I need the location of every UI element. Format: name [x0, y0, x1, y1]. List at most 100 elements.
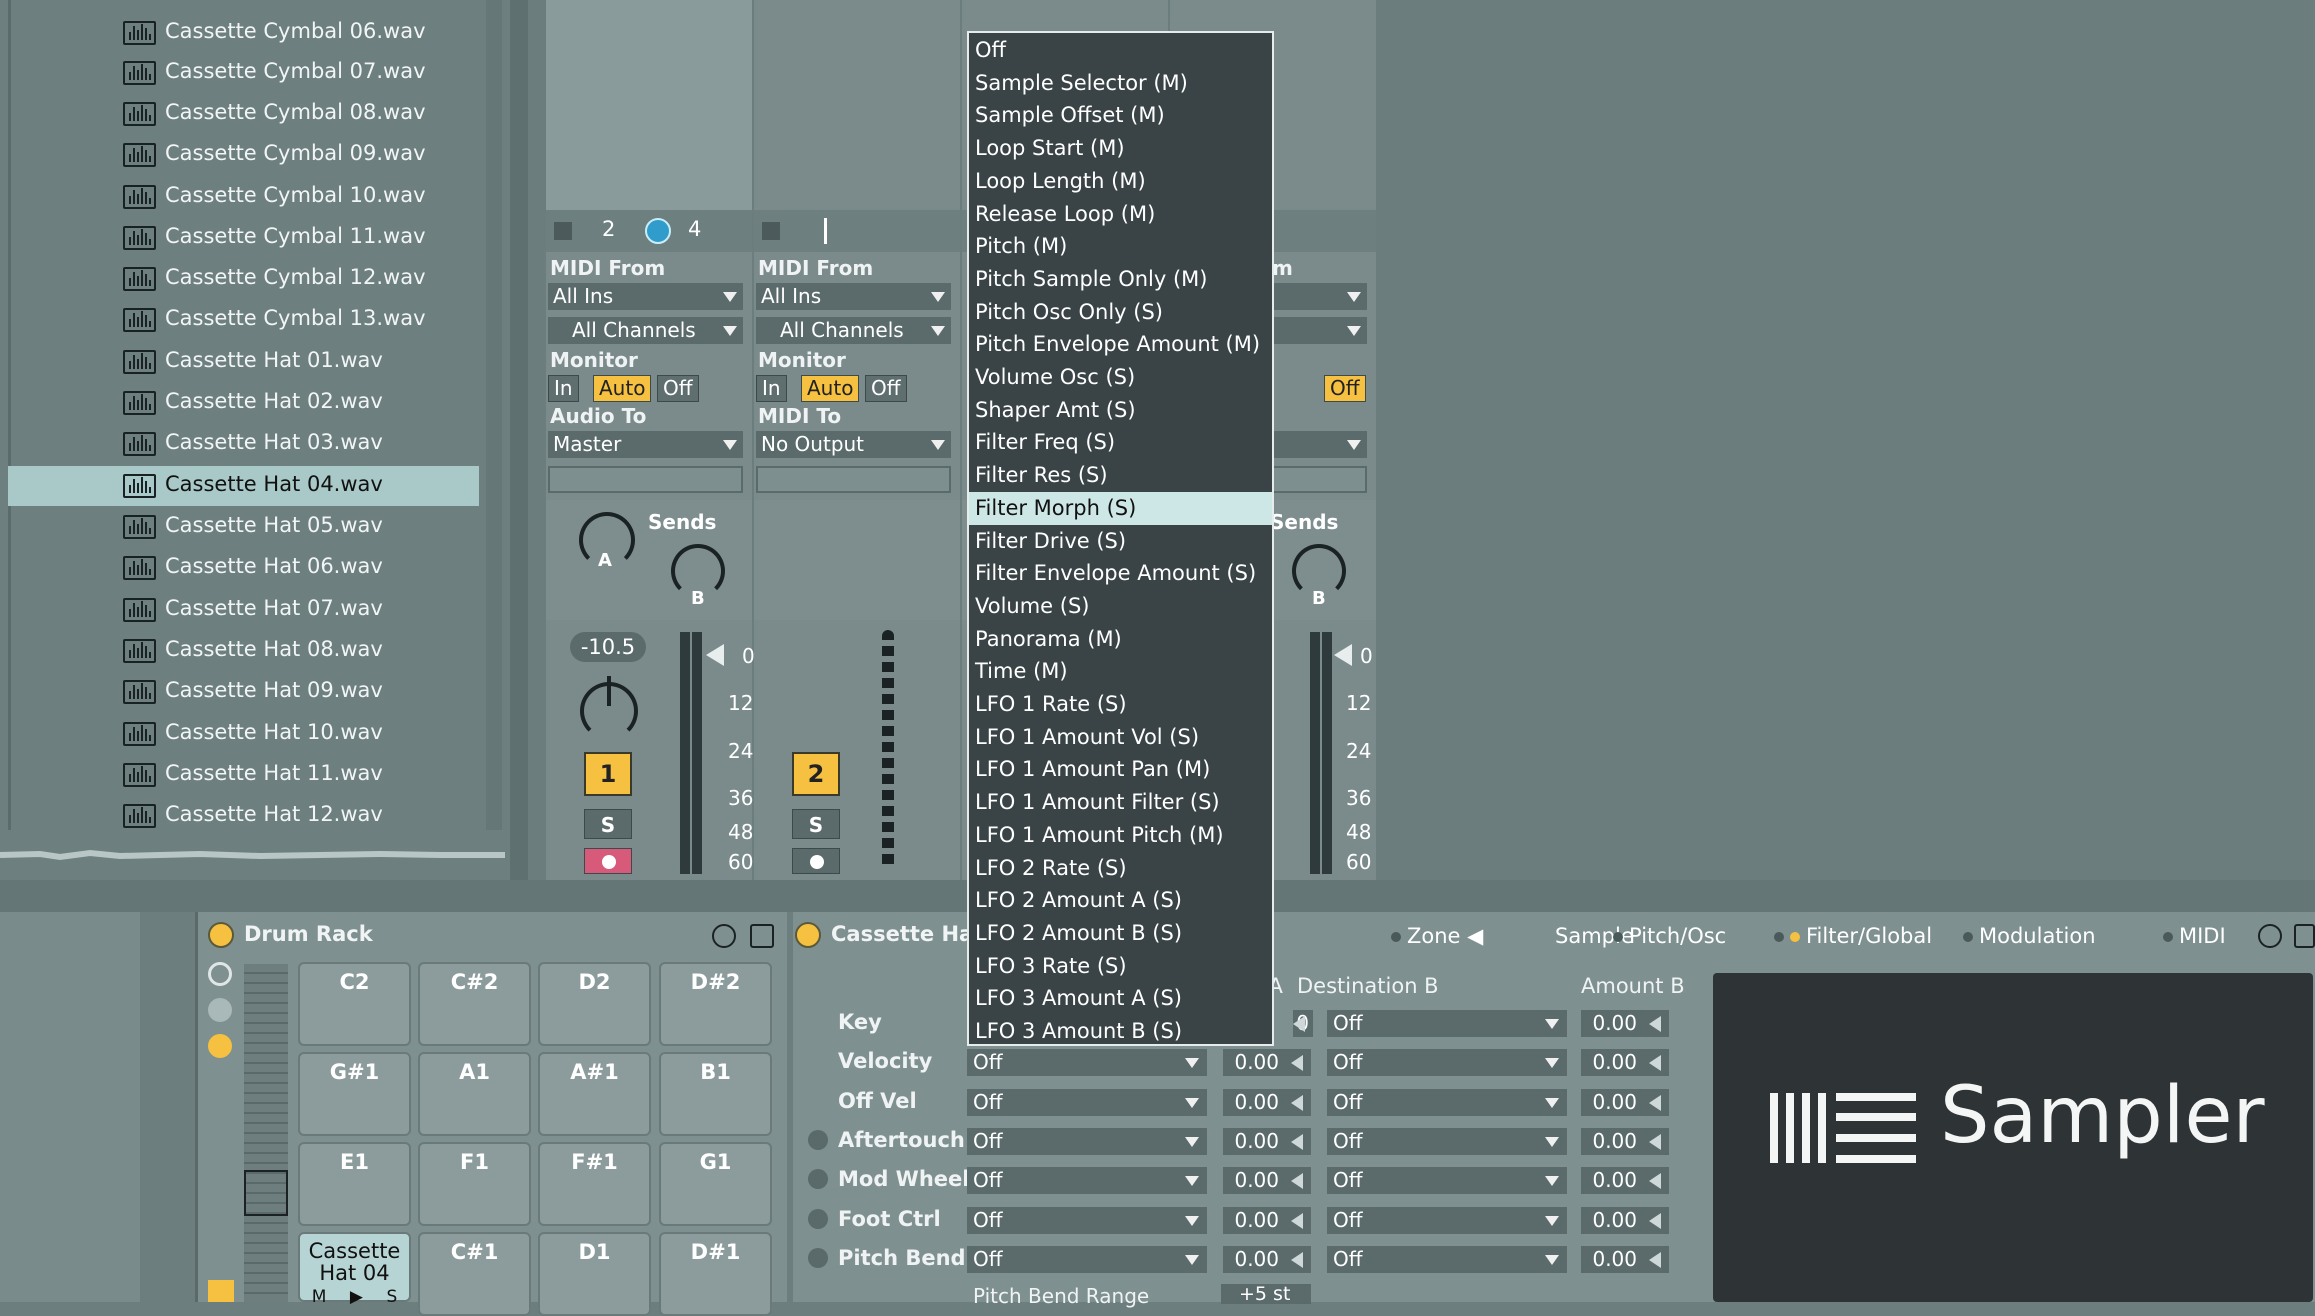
- pad-play-icon[interactable]: ▶: [350, 1286, 363, 1307]
- amount-a-field[interactable]: 0.00: [1223, 1167, 1311, 1194]
- browser-file-item[interactable]: Cassette Hat 02.wav: [0, 383, 480, 423]
- output-channel-slot[interactable]: [756, 466, 951, 493]
- macro-toggle-icon[interactable]: [208, 962, 232, 986]
- sampler-save-icon[interactable]: [2294, 924, 2315, 948]
- tab-zone[interactable]: Zone ◀: [1391, 920, 1483, 952]
- browser-file-item[interactable]: Cassette Cymbal 11.wav: [0, 218, 480, 258]
- popup-menu-item[interactable]: Pitch Sample Only (M): [969, 263, 1272, 296]
- popup-menu-item[interactable]: LFO 3 Amount B (S): [969, 1015, 1272, 1048]
- drum-pad[interactable]: G1: [659, 1142, 772, 1226]
- popup-menu-item[interactable]: LFO 1 Amount Vol (S): [969, 721, 1272, 754]
- popup-menu-item[interactable]: Loop Length (M): [969, 165, 1272, 198]
- destination-b-dropdown[interactable]: Off: [1327, 1089, 1567, 1116]
- browser-file-item[interactable]: Cassette Hat 01.wav: [0, 342, 480, 382]
- amount-b-field[interactable]: 0.00: [1581, 1167, 1669, 1194]
- tab-filter-global[interactable]: Filter/Global: [1774, 920, 1932, 952]
- amount-b-field[interactable]: 0.00: [1581, 1049, 1669, 1076]
- popup-menu-item[interactable]: Filter Res (S): [969, 459, 1272, 492]
- popup-menu-item[interactable]: LFO 3 Rate (S): [969, 950, 1272, 983]
- solo-button[interactable]: S: [792, 809, 840, 839]
- browser-scrollbar[interactable]: [486, 0, 985, 830]
- browser-file-item[interactable]: Cassette Cymbal 13.wav: [0, 300, 480, 340]
- destination-b-dropdown[interactable]: Off: [1327, 1128, 1567, 1155]
- browser-file-item[interactable]: Cassette Hat 06.wav: [0, 548, 480, 588]
- popup-menu-item[interactable]: Filter Freq (S): [969, 426, 1272, 459]
- popup-menu-item[interactable]: Volume Osc (S): [969, 361, 1272, 394]
- amount-a-field[interactable]: 0.00: [1223, 1049, 1311, 1076]
- browser-file-item[interactable]: Cassette Hat 05.wav: [0, 507, 480, 547]
- pitchbend-toggle[interactable]: [808, 1248, 828, 1268]
- pad-overview-grid[interactable]: [244, 964, 288, 1302]
- popup-menu-item[interactable]: LFO 1 Amount Pan (M): [969, 753, 1272, 786]
- popup-menu-item[interactable]: LFO 1 Amount Filter (S): [969, 786, 1272, 819]
- popup-menu-item[interactable]: Panorama (M): [969, 623, 1272, 656]
- drum-pad[interactable]: E1: [298, 1142, 411, 1226]
- drum-pad[interactable]: C#1: [418, 1232, 531, 1316]
- browser-file-item[interactable]: Cassette Hat 08.wav: [0, 631, 480, 671]
- midi-from-dropdown[interactable]: All Ins: [548, 283, 743, 310]
- clip-slot-area[interactable]: [546, 0, 752, 210]
- popup-menu-item[interactable]: LFO 2 Rate (S): [969, 852, 1272, 885]
- amount-a-field[interactable]: 0.00: [1223, 1207, 1311, 1234]
- solo-button[interactable]: S: [584, 809, 632, 839]
- browser-file-item[interactable]: Cassette Cymbal 07.wav: [0, 53, 480, 93]
- browser-file-item[interactable]: Cassette Cymbal 12.wav: [0, 259, 480, 299]
- popup-menu-item[interactable]: Time (M): [969, 655, 1272, 688]
- drum-pad[interactable]: D1: [538, 1232, 651, 1316]
- sampler-hot-swap-icon[interactable]: [2258, 924, 2282, 948]
- amount-a-field[interactable]: 0.00: [1223, 1089, 1311, 1116]
- popup-menu-item[interactable]: Filter Drive (S): [969, 525, 1272, 558]
- track-volume-display[interactable]: -10.5: [570, 632, 646, 662]
- audio-to-dropdown[interactable]: Master: [548, 431, 743, 458]
- save-preset-icon[interactable]: [750, 924, 774, 948]
- drum-pad[interactable]: D#2: [659, 962, 772, 1046]
- monitor-auto-button[interactable]: Auto: [801, 375, 860, 402]
- output-channel-slot[interactable]: [548, 466, 743, 493]
- drum-pad[interactable]: Cassette Hat 04 M ▶ S: [298, 1232, 411, 1307]
- drum-pad[interactable]: C2: [298, 962, 411, 1046]
- destination-b-dropdown[interactable]: Off: [1327, 1049, 1567, 1076]
- drum-pad[interactable]: D#1: [659, 1232, 772, 1316]
- monitor-auto-button[interactable]: Auto: [593, 375, 652, 402]
- tab-modulation[interactable]: Modulation: [1963, 920, 2096, 952]
- browser-file-item[interactable]: Cassette Cymbal 06.wav: [0, 13, 480, 53]
- drum-pad[interactable]: A1: [418, 1052, 531, 1136]
- pad-solo-button[interactable]: S: [386, 1286, 397, 1307]
- destination-b-dropdown[interactable]: Off: [1327, 1207, 1567, 1234]
- destination-a-dropdown[interactable]: Off: [967, 1207, 1207, 1234]
- amount-b-field[interactable]: 0.00: [1581, 1010, 1669, 1037]
- tab-pitch-osc[interactable]: Pitch/Osc: [1613, 920, 1726, 952]
- arm-button[interactable]: [584, 848, 632, 874]
- drum-pad[interactable]: F#1: [538, 1142, 651, 1226]
- popup-menu-item[interactable]: Sample Selector (M): [969, 67, 1272, 100]
- drum-pad[interactable]: G#1: [298, 1052, 411, 1136]
- chain-list-icon[interactable]: [208, 998, 232, 1022]
- stop-clip-button[interactable]: [762, 222, 780, 240]
- amount-a-field[interactable]: 0: [1293, 1010, 1313, 1037]
- amount-b-field[interactable]: 0.00: [1581, 1246, 1669, 1273]
- waveform-preview[interactable]: [0, 845, 505, 865]
- amount-a-field[interactable]: 0.00: [1223, 1246, 1311, 1273]
- browser-file-item[interactable]: Cassette Hat 11.wav: [0, 755, 480, 795]
- stop-clip-button[interactable]: [554, 222, 572, 240]
- tab-midi[interactable]: MIDI: [2163, 920, 2226, 952]
- popup-menu-item[interactable]: LFO 1 Rate (S): [969, 688, 1272, 721]
- destination-a-dropdown[interactable]: Off: [967, 1128, 1207, 1155]
- popup-menu-item[interactable]: Filter Morph (S): [969, 491, 1272, 525]
- browser-divider[interactable]: [510, 0, 528, 880]
- browser-file-item[interactable]: Cassette Hat 09.wav: [0, 672, 480, 712]
- modwheel-toggle[interactable]: [808, 1169, 828, 1189]
- destination-a-dropdown[interactable]: Off: [967, 1049, 1207, 1076]
- hot-swap-icon[interactable]: [712, 924, 736, 948]
- browser-file-item[interactable]: Cassette Hat 03.wav: [0, 424, 480, 464]
- midi-from-dropdown[interactable]: All Ins: [756, 283, 951, 310]
- popup-menu-item[interactable]: LFO 3 Amount A (S): [969, 982, 1272, 1015]
- drum-rack-io-icon[interactable]: [208, 1280, 234, 1302]
- track-activator-button[interactable]: 1: [584, 752, 632, 796]
- quantize-knob[interactable]: [645, 218, 671, 244]
- popup-menu-item[interactable]: LFO 1 Amount Pitch (M): [969, 819, 1272, 852]
- destination-b-dropdown[interactable]: Off: [1327, 1167, 1567, 1194]
- monitor-off-button[interactable]: Off: [865, 375, 907, 402]
- destination-a-dropdown[interactable]: Off: [967, 1089, 1207, 1116]
- amount-a-field[interactable]: 0.00: [1223, 1128, 1311, 1155]
